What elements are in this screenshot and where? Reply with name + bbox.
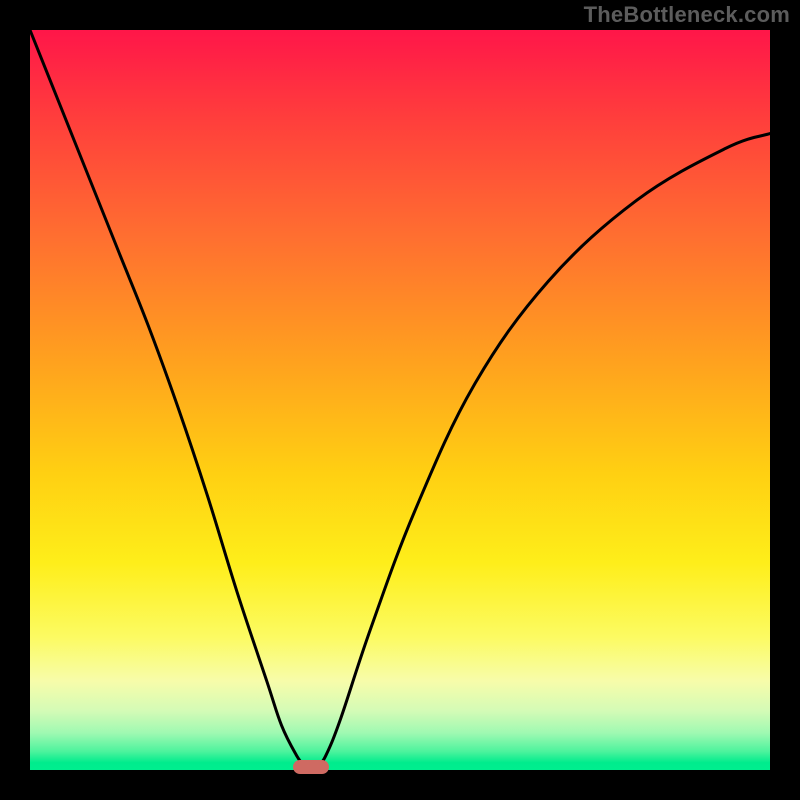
plot-area: [30, 30, 770, 770]
minimum-marker: [293, 760, 329, 774]
bottleneck-curve: [30, 30, 770, 770]
curve-svg: [30, 30, 770, 770]
watermark-text: TheBottleneck.com: [584, 2, 790, 28]
chart-frame: TheBottleneck.com: [0, 0, 800, 800]
